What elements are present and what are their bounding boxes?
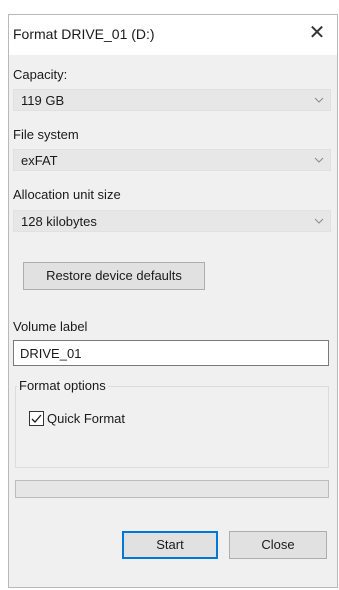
file-system-label: File system bbox=[13, 127, 79, 142]
allocation-unit-select[interactable]: 128 kilobytes bbox=[13, 210, 331, 232]
allocation-unit-value: 128 kilobytes bbox=[21, 214, 97, 229]
title-bar: Format DRIVE_01 (D:) ✕ bbox=[9, 15, 337, 55]
file-system-value: exFAT bbox=[21, 153, 58, 168]
chevron-down-icon bbox=[314, 97, 324, 103]
checkbox-box bbox=[29, 411, 44, 426]
volume-label-input[interactable] bbox=[13, 340, 329, 366]
file-system-select[interactable]: exFAT bbox=[13, 149, 331, 171]
allocation-unit-label: Allocation unit size bbox=[13, 187, 121, 202]
format-options-group bbox=[15, 386, 329, 468]
format-progress-bar bbox=[15, 480, 329, 498]
close-icon[interactable]: ✕ bbox=[305, 21, 329, 45]
checkmark-icon bbox=[31, 414, 42, 423]
format-options-label: Format options bbox=[17, 378, 108, 393]
format-dialog: Format DRIVE_01 (D:) ✕ Capacity: 119 GB … bbox=[8, 14, 338, 588]
dialog-title: Format DRIVE_01 (D:) bbox=[13, 26, 155, 42]
volume-label-heading: Volume label bbox=[13, 319, 88, 334]
start-button[interactable]: Start bbox=[122, 531, 218, 559]
quick-format-label: Quick Format bbox=[47, 411, 126, 426]
restore-defaults-button[interactable]: Restore device defaults bbox=[23, 262, 205, 290]
capacity-value: 119 GB bbox=[21, 93, 65, 108]
chevron-down-icon bbox=[314, 157, 324, 163]
capacity-select[interactable]: 119 GB bbox=[13, 89, 331, 111]
close-button[interactable]: Close bbox=[229, 531, 327, 559]
capacity-label: Capacity: bbox=[13, 67, 68, 82]
chevron-down-icon bbox=[314, 218, 324, 224]
